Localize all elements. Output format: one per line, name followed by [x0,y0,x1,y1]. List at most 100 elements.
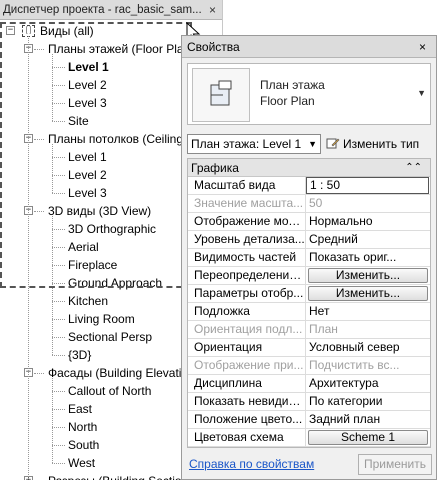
property-value[interactable]: Показать ориг... [306,249,430,266]
property-value[interactable]: Нормально [306,213,430,230]
tree-connector [52,409,65,410]
property-name: Дисциплина [188,375,306,392]
tree-connector [52,301,65,302]
tree-connector [52,144,53,193]
property-value[interactable]: Условный север [306,339,430,356]
tree-connector [52,85,65,86]
tree-view-item[interactable]: Callout of North [68,382,151,400]
property-value-input[interactable]: 1 : 50 [306,177,429,194]
tree-view-item[interactable]: {3D} [68,346,91,364]
edit-type-label: Изменить тип [343,137,420,151]
property-value-cell[interactable]: Изменить... [306,285,430,302]
property-name: Ориентация подл... [188,321,306,338]
tree-view-item[interactable]: South [68,436,99,454]
properties-help-link[interactable]: Справка по свойствам [189,457,314,471]
properties-grid: Графика ⌃⌃ Масштаб вида 1 : 50 Значение ма… [187,158,431,448]
property-value[interactable]: Средний [306,231,430,248]
tree-connector [34,49,44,50]
property-name: Переопределения... [188,267,306,284]
tree-view-item[interactable]: Level 1 [68,148,107,166]
apply-button[interactable]: Применить [358,454,432,475]
edit-type-button[interactable]: Изменить тип [326,134,434,154]
tree-view-item[interactable]: Site [68,112,89,130]
group-header-label: Графика [191,161,239,175]
property-value-cell[interactable]: Изменить... [306,267,430,284]
property-value[interactable]: По категории [306,393,430,410]
property-row: Масштаб вида 1 : 50 [188,177,430,195]
tree-connector [52,463,65,464]
group-header-graphics[interactable]: Графика ⌃⌃ [188,159,430,177]
tree-connector [52,355,65,356]
type-family: План этажа [260,78,325,92]
tree-view-item[interactable]: Level 3 [68,184,107,202]
tree-connector [52,67,65,68]
collapse-chevron-icon[interactable]: ⌃⌃ [405,159,422,177]
property-value-cell[interactable]: Scheme 1 [306,429,430,446]
tree-connector [52,445,65,446]
tree-connector [52,378,53,463]
properties-title: Свойства [187,40,240,54]
property-row: Отображение мод... Нормально [188,213,430,231]
tree-connector [52,54,53,121]
tree-view-item[interactable]: West [68,454,95,472]
tree-view-item[interactable]: Level 2 [68,76,107,94]
tree-view-item[interactable]: East [68,400,92,418]
tree-view-item[interactable]: Level 3 [68,94,107,112]
tree-view-item[interactable]: Ground Approach [68,274,162,292]
tree-view-item[interactable]: Level 2 [68,166,107,184]
properties-rows: Масштаб вида 1 : 50 Значение масшта... 50 От… [188,177,430,447]
tree-group-item[interactable]: 3D виды (3D View) [48,202,151,220]
tree-connector [52,229,65,230]
tree-connector [52,427,65,428]
properties-title-bar: Свойства × [182,36,436,58]
property-row: Подложка Нет [188,303,430,321]
property-row: Значение масшта... 50 [188,195,430,213]
project-browser-title-bar: Диспетчер проекта - rac_basic_sam... × [0,0,222,20]
close-icon[interactable]: × [419,36,426,58]
tree-view-item[interactable]: Level 1 [68,58,109,76]
instance-filter-dropdown[interactable]: План этажа: Level 1 ▼ [187,134,321,154]
property-name: Цветовая схема [188,429,306,446]
property-value: План [309,322,338,336]
tree-connector [52,319,65,320]
close-icon[interactable]: × [209,0,216,19]
tree-connector [52,391,65,392]
edit-button[interactable]: Изменить... [308,268,428,283]
floor-plan-thumbnail-icon [192,68,250,122]
property-row: Параметры отобр... Изменить... [188,285,430,303]
edit-button[interactable]: Scheme 1 [308,430,428,445]
tree-group-item[interactable]: Разрезы (Building Sectio [48,472,182,480]
property-value[interactable]: Задний план [306,411,430,428]
tree-connector [52,265,65,266]
tree-view-item[interactable]: Fireplace [68,256,117,274]
tree-group-item[interactable]: Планы этажей (Floor Pla [48,40,184,58]
tree-group-item[interactable]: Фасады (Building Elevati [48,364,181,382]
tree-view-item[interactable]: North [68,418,97,436]
property-row: Ориентация Условный север [188,339,430,357]
tree-view-item[interactable]: Aerial [68,238,99,256]
tree-view-item[interactable]: Sectional Persp [68,328,152,346]
property-name: Видимость частей [188,249,306,266]
dropdown-arrow-icon: ▼ [308,139,317,149]
tree-view-item[interactable]: Kitchen [68,292,108,310]
tree-connector [52,175,65,176]
tree-group-item[interactable]: Виды (all) [40,22,94,40]
tree-connector [52,157,65,158]
property-row: Показать невидим... По категории [188,393,430,411]
edit-button[interactable]: Изменить... [308,286,428,301]
tree-connector [34,211,44,212]
type-type: Floor Plan [260,94,315,108]
property-name: Отображение при... [188,357,306,374]
property-value[interactable]: Архитектура [306,375,430,392]
project-browser-title: Диспетчер проекта - rac_basic_sam... [3,4,202,16]
property-value[interactable]: Нет [306,303,430,320]
property-name: Уровень детализа... [188,231,306,248]
dropdown-arrow-icon[interactable]: ▼ [417,88,426,98]
tree-view-item[interactable]: 3D Orthographic [68,220,156,238]
type-selector[interactable]: План этажа Floor Plan ▼ [187,63,431,125]
tree-connector [34,139,44,140]
property-row: Положение цвето... Задний план [188,411,430,429]
tree-group-item[interactable]: Планы потолков (Ceiling [48,130,183,148]
tree-view-item[interactable]: Living Room [68,310,135,328]
collapse-icon[interactable]: − [6,26,15,35]
